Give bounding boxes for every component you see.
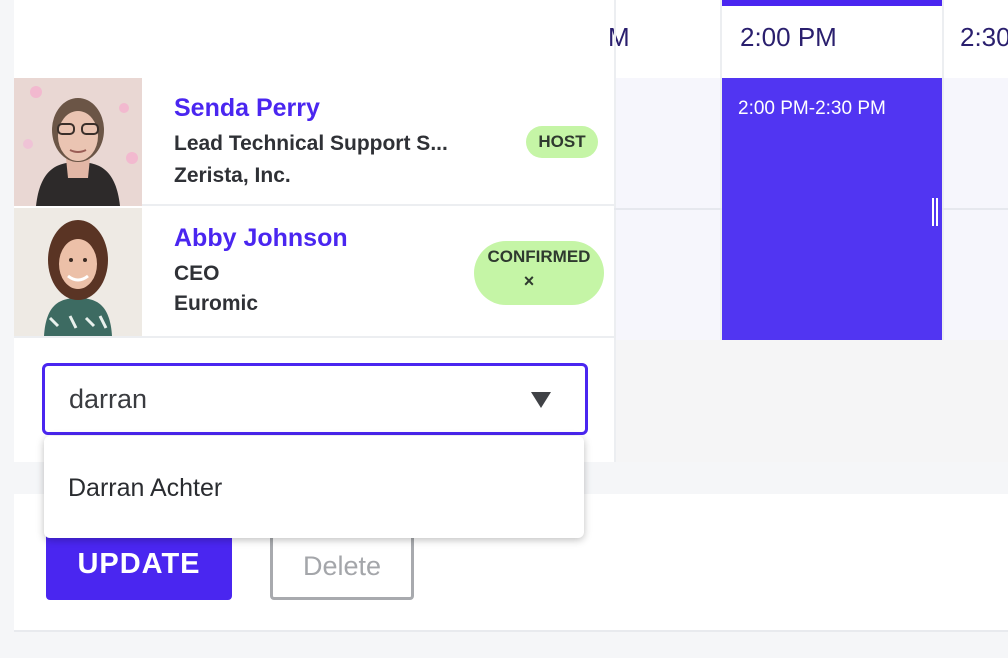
attendee-company: Zerista, Inc. — [174, 164, 291, 187]
grid-divider — [942, 0, 944, 340]
time-header-cell: 2:00 PM — [740, 22, 837, 52]
host-badge: HOST — [526, 126, 598, 158]
attendee-row: Senda Perry Lead Technical Support S... … — [14, 78, 614, 206]
meeting-block[interactable]: 2:00 PM-2:30 PM — [722, 78, 942, 340]
meeting-time-label: 2:00 PM-2:30 PM — [738, 98, 886, 119]
avatar — [14, 78, 142, 206]
close-icon[interactable]: × — [474, 269, 584, 293]
avatar — [14, 208, 142, 336]
empty-grid-area — [614, 340, 1008, 462]
attendee-row: Abby Johnson CEO Euromic CONFIRMED × — [14, 208, 614, 338]
grid-divider — [614, 0, 616, 340]
search-input[interactable]: darran — [69, 384, 147, 415]
attendee-name[interactable]: Senda Perry — [174, 94, 320, 123]
badge-label: CONFIRMED — [487, 247, 591, 266]
event-indicator — [722, 0, 942, 6]
delete-button[interactable]: Delete — [270, 528, 414, 600]
attendee-title: Lead Technical Support S... — [174, 132, 448, 155]
time-header: M 2:00 PM 2:30 — [608, 0, 1008, 78]
attendee-title: CEO — [174, 262, 220, 285]
time-header-cell: M — [608, 22, 630, 52]
dropdown-menu: Darran Achter — [44, 436, 584, 538]
time-header-cell: 2:30 — [960, 22, 1008, 52]
confirmed-badge: CONFIRMED × — [474, 241, 604, 305]
dropdown-option[interactable]: Darran Achter — [68, 474, 222, 503]
chevron-down-icon[interactable] — [531, 392, 551, 408]
schedule-grid: M 2:00 PM 2:30 2:00 PM-2:30 PM — [608, 0, 1008, 462]
attendee-company: Euromic — [174, 292, 259, 315]
attendee-name[interactable]: Abby Johnson — [174, 224, 348, 253]
attendee-search-select[interactable]: darran — [42, 363, 588, 435]
resize-handle[interactable] — [932, 198, 938, 226]
